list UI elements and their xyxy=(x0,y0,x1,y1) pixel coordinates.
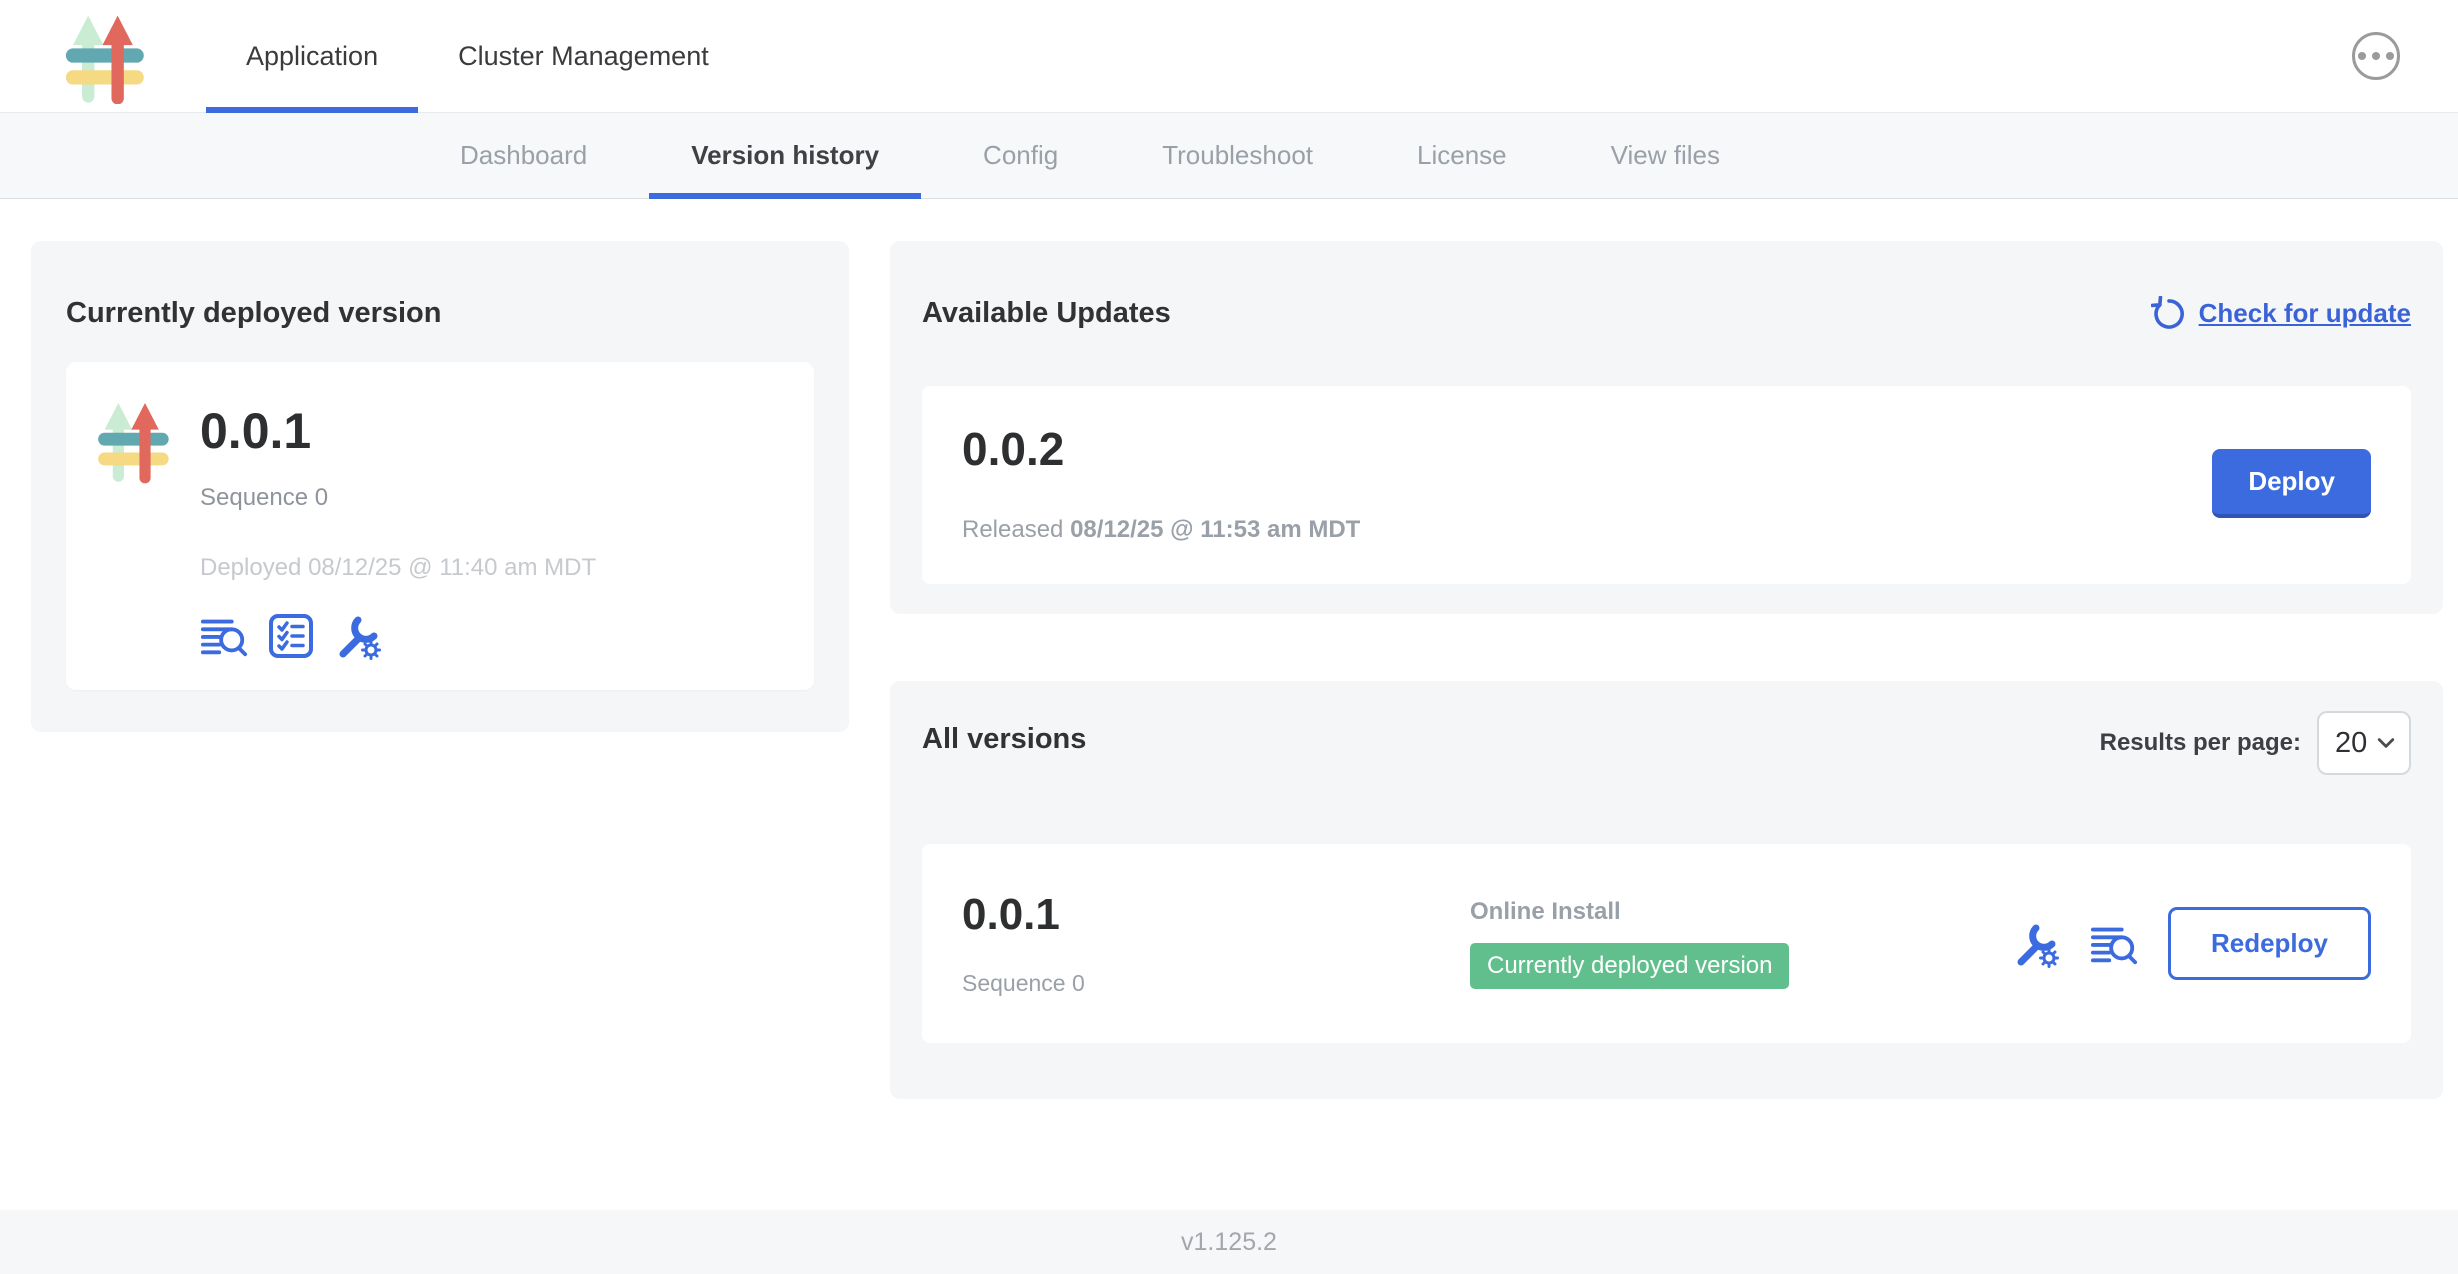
app-logo-icon xyxy=(60,9,162,104)
subnav-item-version-history[interactable]: Version history xyxy=(649,113,921,198)
topnav-tabs: Application Cluster Management xyxy=(206,0,749,112)
available-updates-title: Available Updates xyxy=(922,297,1171,330)
console-version: v1.125.2 xyxy=(1181,1228,1277,1257)
install-type-label: Online Install xyxy=(1470,898,1789,926)
deployed-version-panel: 0.0.1 Sequence 0 Deployed 08/12/25 @ 11:… xyxy=(66,362,814,690)
update-item: 0.0.2 Released 08/12/25 @ 11:53 am MDT D… xyxy=(922,386,2411,584)
all-versions-card: All versions Results per page: 20 xyxy=(890,681,2443,1099)
top-nav: Application Cluster Management xyxy=(0,0,2458,113)
deployed-version-info: 0.0.1 Sequence 0 Deployed 08/12/25 @ 11:… xyxy=(200,388,596,660)
app-sub-nav: Dashboard Version history Config Trouble… xyxy=(0,113,2458,199)
edit-config-icon[interactable] xyxy=(334,612,382,660)
subnav-item-dashboard[interactable]: Dashboard xyxy=(418,113,629,198)
deploy-button[interactable]: Deploy xyxy=(2212,449,2371,518)
check-for-update-label: Check for update xyxy=(2199,298,2411,329)
subnav-item-troubleshoot[interactable]: Troubleshoot xyxy=(1120,113,1355,198)
version-history-page: Currently deployed version 0.0.1 Sequenc… xyxy=(0,199,2458,1099)
view-logs-icon[interactable] xyxy=(2090,923,2138,965)
released-prefix: Released xyxy=(962,516,1063,543)
version-row-actions: Redeploy xyxy=(2012,907,2371,980)
update-released-line: Released 08/12/25 @ 11:53 am MDT xyxy=(962,516,1360,544)
all-versions-title: All versions xyxy=(922,723,1086,756)
version-row-info: 0.0.1 Sequence 0 xyxy=(962,890,1470,997)
update-info: 0.0.2 Released 08/12/25 @ 11:53 am MDT xyxy=(962,422,1360,544)
app-logo-icon xyxy=(96,394,182,486)
results-per-page-select[interactable]: 20 xyxy=(2317,711,2411,775)
subnav-item-license[interactable]: License xyxy=(1375,113,1549,198)
released-timestamp: 08/12/25 @ 11:53 am MDT xyxy=(1070,516,1360,543)
version-row-status: Online Install Currently deployed versio… xyxy=(1470,898,1789,989)
ellipsis-dot xyxy=(2386,52,2394,60)
currently-deployed-title: Currently deployed version xyxy=(66,297,814,330)
currently-deployed-card: Currently deployed version 0.0.1 Sequenc… xyxy=(31,241,849,732)
all-versions-header: All versions Results per page: 20 xyxy=(922,711,2411,780)
row-version-number: 0.0.1 xyxy=(962,890,1470,940)
results-per-page-label: Results per page: xyxy=(2100,729,2301,757)
row-sequence: Sequence 0 xyxy=(962,970,1470,997)
deployed-timestamp: Deployed 08/12/25 @ 11:40 am MDT xyxy=(200,554,596,582)
chevron-down-icon xyxy=(2377,737,2395,749)
tab-cluster-management[interactable]: Cluster Management xyxy=(418,0,749,112)
ellipsis-dot xyxy=(2372,52,2380,60)
results-per-page-group: Results per page: 20 xyxy=(2100,711,2411,775)
redeploy-button[interactable]: Redeploy xyxy=(2168,907,2371,980)
preflight-checks-icon[interactable] xyxy=(268,613,314,659)
available-updates-header: Available Updates Check for update xyxy=(922,273,2411,354)
ellipsis-dot xyxy=(2358,52,2366,60)
tab-application[interactable]: Application xyxy=(206,0,418,112)
results-per-page-value: 20 xyxy=(2335,727,2367,760)
version-row: 0.0.1 Sequence 0 Online Install Currentl… xyxy=(922,844,2411,1043)
subnav-item-view-files[interactable]: View files xyxy=(1569,113,1762,198)
view-logs-icon[interactable] xyxy=(200,615,248,657)
deployed-version-number: 0.0.1 xyxy=(200,402,596,460)
console-footer: v1.125.2 xyxy=(0,1210,2458,1274)
edit-config-icon[interactable] xyxy=(2012,920,2060,968)
available-updates-card: Available Updates Check for update 0.0.2… xyxy=(890,241,2443,614)
currently-deployed-badge: Currently deployed version xyxy=(1470,943,1789,989)
ellipsis-menu-button[interactable] xyxy=(2352,32,2400,80)
deployed-actions xyxy=(200,612,596,660)
subnav-item-config[interactable]: Config xyxy=(941,113,1100,198)
refresh-icon xyxy=(2151,296,2187,332)
check-for-update-link[interactable]: Check for update xyxy=(2151,296,2411,332)
right-column: Available Updates Check for update 0.0.2… xyxy=(890,241,2443,1099)
deployed-sequence: Sequence 0 xyxy=(200,484,596,512)
update-version-number: 0.0.2 xyxy=(962,422,1360,476)
